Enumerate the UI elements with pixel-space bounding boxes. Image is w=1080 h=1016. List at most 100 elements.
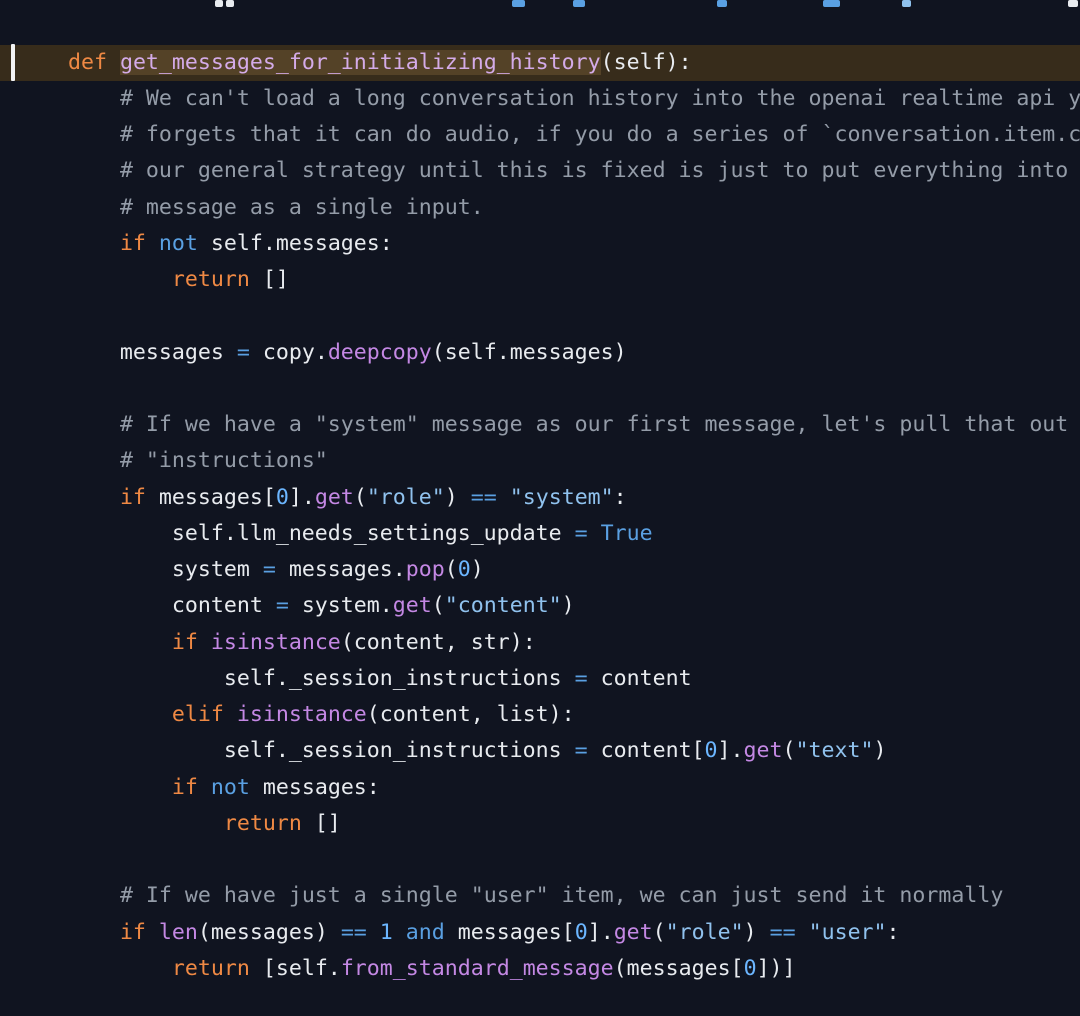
clipped-glyph-fragment	[573, 0, 585, 7]
code-token: (	[653, 920, 666, 945]
code-line[interactable]	[0, 842, 1080, 878]
code-token: if	[120, 485, 146, 510]
code-token: messages.	[276, 557, 406, 582]
code-token: get	[315, 485, 354, 510]
code-line[interactable]: messages = copy.deepcopy(self.messages)	[0, 335, 1080, 371]
code-token	[16, 267, 172, 292]
code-token: not	[159, 231, 198, 256]
code-token: 0	[458, 557, 471, 582]
code-token: system	[16, 557, 263, 582]
code-line[interactable]: elif isinstance(content, list):	[0, 697, 1080, 733]
code-token: content	[588, 666, 692, 691]
code-token: (self):	[601, 50, 692, 75]
code-token: (	[432, 593, 445, 618]
code-token: get	[744, 738, 783, 763]
code-token	[16, 485, 120, 510]
code-line[interactable]	[0, 298, 1080, 334]
code-line[interactable]: return [self.from_standard_message(messa…	[0, 951, 1080, 987]
code-token: 0	[744, 956, 757, 981]
code-editor[interactable]: def get_messages_for_initializing_histor…	[0, 0, 1080, 1016]
code-token: [self.	[250, 956, 341, 981]
code-token: )	[471, 557, 484, 582]
code-token	[588, 521, 601, 546]
code-token: "user"	[809, 920, 887, 945]
code-line[interactable]: # If we have a "system" message as our f…	[0, 407, 1080, 443]
code-token	[107, 50, 120, 75]
code-line[interactable]: system = messages.pop(0)	[0, 552, 1080, 588]
code-token: 1	[380, 920, 393, 945]
code-line[interactable]: self._session_instructions = content[0].…	[0, 733, 1080, 769]
code-token: messages	[16, 340, 237, 365]
code-line[interactable]: content = system.get("content")	[0, 588, 1080, 624]
code-token	[796, 920, 809, 945]
code-token: copy.	[250, 340, 328, 365]
code-line[interactable]	[0, 8, 1080, 44]
code-token: )	[445, 485, 471, 510]
code-token: ==	[341, 920, 367, 945]
code-token: (messages)	[198, 920, 341, 945]
code-token: =	[263, 557, 276, 582]
code-line[interactable]: # our general strategy until this is fix…	[0, 153, 1080, 189]
clipped-glyph-fragment	[226, 0, 234, 7]
code-token: if	[172, 630, 198, 655]
code-token: return	[224, 811, 302, 836]
code-line[interactable]: if isinstance(content, str):	[0, 625, 1080, 661]
code-token: ==	[770, 920, 796, 945]
code-line[interactable]: return []	[0, 262, 1080, 298]
code-token: isinstance	[237, 702, 367, 727]
code-line[interactable]: if not messages:	[0, 770, 1080, 806]
code-token: get	[393, 593, 432, 618]
code-token: ].	[588, 920, 614, 945]
code-token	[16, 811, 224, 836]
code-token	[497, 485, 510, 510]
code-line-current[interactable]: def get_messages_for_initializing_histor…	[0, 45, 1080, 81]
code-token: return	[172, 267, 250, 292]
code-line[interactable]: self._session_instructions = content	[0, 661, 1080, 697]
code-line[interactable]: # If we have just a single "user" item, …	[0, 878, 1080, 914]
code-token: messages[	[445, 920, 575, 945]
code-token	[16, 920, 120, 945]
code-line[interactable]: if messages[0].get("role") == "system":	[0, 480, 1080, 516]
code-line[interactable]: # message as a single input.	[0, 190, 1080, 226]
code-area[interactable]: def get_messages_for_initializing_histor…	[0, 0, 1080, 987]
code-token: if	[120, 231, 146, 256]
code-token	[16, 195, 120, 220]
code-line[interactable]: # forgets that it can do audio, if you d…	[0, 117, 1080, 153]
code-line[interactable]	[0, 371, 1080, 407]
code-token: messages[	[146, 485, 276, 510]
code-token: ==	[471, 485, 497, 510]
clipped-glyph-fragment	[1068, 0, 1078, 7]
code-token: self._session_instructions	[16, 666, 575, 691]
code-token: =	[575, 521, 588, 546]
code-token: )	[744, 920, 770, 945]
code-token: ])]	[757, 956, 796, 981]
code-line[interactable]: # We can't load a long conversation hist…	[0, 81, 1080, 117]
code-token: # We can't load a long conversation hist…	[120, 86, 1080, 111]
code-token: =	[575, 666, 588, 691]
clipped-glyph-fragment	[512, 0, 525, 7]
code-token: # our general strategy until this is fix…	[120, 158, 1068, 183]
clipped-glyph-fragment	[215, 0, 223, 7]
code-token: if	[172, 775, 198, 800]
code-token	[16, 50, 68, 75]
code-token: # If we have a "system" message as our f…	[120, 412, 1068, 437]
code-token: =	[276, 593, 289, 618]
code-line[interactable]: return []	[0, 806, 1080, 842]
code-line[interactable]: if len(messages) == 1 and messages[0].ge…	[0, 915, 1080, 951]
code-token: "content"	[445, 593, 562, 618]
code-line[interactable]: if not self.messages:	[0, 226, 1080, 262]
code-token: not	[211, 775, 250, 800]
code-token: (self.messages)	[432, 340, 627, 365]
code-token: )	[562, 593, 575, 618]
code-line[interactable]: # "instructions"	[0, 443, 1080, 479]
code-token	[146, 920, 159, 945]
code-token	[16, 412, 120, 437]
code-token: if	[120, 920, 146, 945]
code-token: self.messages:	[198, 231, 393, 256]
code-line[interactable]	[0, 0, 1080, 8]
code-token: # "instructions"	[120, 448, 328, 473]
code-token: (content, str):	[341, 630, 536, 655]
code-token: content	[16, 593, 276, 618]
code-line[interactable]: self.llm_needs_settings_update = True	[0, 516, 1080, 552]
code-token	[16, 630, 172, 655]
